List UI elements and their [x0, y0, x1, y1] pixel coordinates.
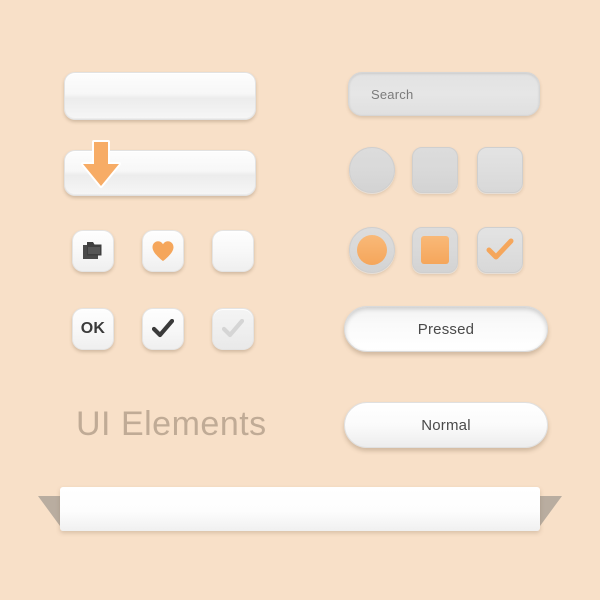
heart-icon	[152, 241, 174, 261]
folder-icon	[83, 242, 102, 259]
page-title: UI Elements	[76, 405, 267, 443]
ok-button-label: OK	[80, 320, 106, 337]
checkbox-alt-unchecked[interactable]	[477, 147, 523, 193]
checkbox-fill-icon	[421, 236, 449, 264]
radio-dot-icon	[357, 235, 387, 265]
checkbox-check-mark[interactable]	[477, 227, 523, 273]
checkbox-checked[interactable]	[412, 227, 458, 273]
check-icon	[152, 319, 174, 338]
check-icon	[222, 319, 244, 338]
normal-button-label: Normal	[421, 416, 471, 434]
ok-button[interactable]: OK	[72, 308, 114, 350]
pressed-button-label: Pressed	[417, 320, 475, 338]
favorite-button[interactable]	[142, 230, 184, 272]
folder-button[interactable]	[72, 230, 114, 272]
pressed-button[interactable]: Pressed	[344, 306, 548, 352]
check-icon	[486, 238, 514, 260]
ribbon-banner[interactable]	[60, 487, 540, 531]
search-placeholder: Search	[371, 86, 414, 102]
radio-checked[interactable]	[349, 227, 395, 273]
ribbon-tail-right-icon	[540, 496, 562, 526]
check-disabled-button[interactable]	[212, 308, 254, 350]
blank-button[interactable]	[212, 230, 254, 272]
checkbox-unchecked[interactable]	[412, 147, 458, 193]
search-input[interactable]: Search	[348, 72, 540, 116]
normal-button[interactable]: Normal	[344, 402, 548, 448]
radio-unchecked[interactable]	[349, 147, 395, 193]
check-button[interactable]	[142, 308, 184, 350]
plain-bar-button[interactable]	[64, 72, 256, 120]
ribbon-tail-left-icon	[38, 496, 60, 526]
arrow-down-icon	[81, 140, 121, 188]
ui-kit-canvas: OK UI Elements Search Pressed Normal	[0, 0, 600, 600]
